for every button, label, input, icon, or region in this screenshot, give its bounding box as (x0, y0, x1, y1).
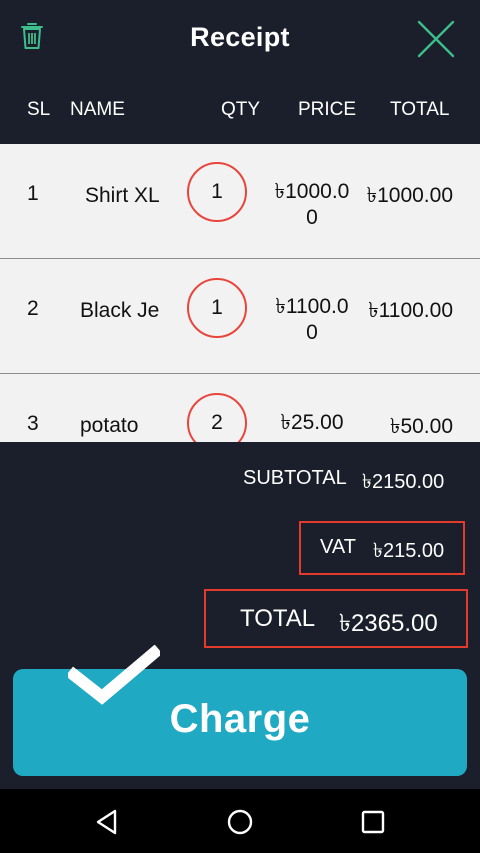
checkmark-icon (68, 645, 160, 705)
row-sl: 2 (27, 297, 39, 320)
home-icon[interactable] (226, 808, 254, 836)
qty-badge[interactable]: 1 (187, 162, 247, 222)
table-header: SL NAME QTY PRICE TOTAL (0, 78, 480, 144)
table-row[interactable]: 1 Shirt XL 1 ৳1000.0 0 ৳1000.00 (0, 144, 480, 259)
row-sl: 1 (27, 182, 39, 205)
vat-value: ৳215.00 (373, 540, 445, 562)
column-header-price: PRICE (298, 99, 357, 120)
row-total: ৳1100.00 (368, 299, 453, 322)
column-header-total: TOTAL (390, 99, 450, 120)
column-header-sl: SL (27, 99, 51, 120)
row-price-line1: ৳1100.0 (275, 295, 349, 318)
row-total: ৳1000.00 (366, 184, 453, 207)
row-name: Shirt XL (85, 184, 160, 207)
row-name: potato (80, 414, 139, 437)
row-price-line1: ৳25.00 (280, 411, 344, 434)
recents-icon[interactable] (359, 808, 387, 836)
row-name: Black Je (80, 299, 160, 322)
items-list[interactable]: 1 Shirt XL 1 ৳1000.0 0 ৳1000.00 2 Black … (0, 144, 480, 442)
row-price: ৳25.00 (266, 410, 358, 436)
page-title: Receipt (190, 22, 290, 52)
grand-total-value: ৳2365.00 (339, 610, 438, 637)
row-price-line2: 0 (306, 206, 318, 229)
subtotal-label: SUBTOTAL (243, 467, 347, 489)
subtotal-value: ৳2150.00 (362, 471, 445, 493)
row-price: ৳1000.0 0 (266, 179, 358, 231)
grand-total-label: TOTAL (240, 605, 316, 632)
qty-badge[interactable]: 2 (187, 393, 247, 442)
table-row[interactable]: 3 potato 2 ৳25.00 ৳50.00 (0, 374, 480, 442)
row-total: ৳50.00 (389, 415, 453, 438)
vat-label: VAT (320, 536, 356, 558)
close-icon[interactable] (416, 19, 456, 59)
row-price-line2: 0 (306, 321, 318, 344)
row-price: ৳1100.0 0 (266, 294, 358, 346)
top-bar: Receipt (0, 0, 480, 78)
column-header-name: NAME (70, 99, 125, 120)
qty-badge[interactable]: 1 (187, 278, 247, 338)
row-price-line1: ৳1000.0 (274, 180, 350, 203)
row-sl: 3 (27, 412, 39, 435)
table-row[interactable]: 2 Black Je 1 ৳1100.0 0 ৳1100.00 (0, 259, 480, 374)
system-nav-bar (0, 789, 480, 853)
column-header-qty: QTY (221, 99, 261, 120)
back-icon[interactable] (93, 808, 121, 836)
